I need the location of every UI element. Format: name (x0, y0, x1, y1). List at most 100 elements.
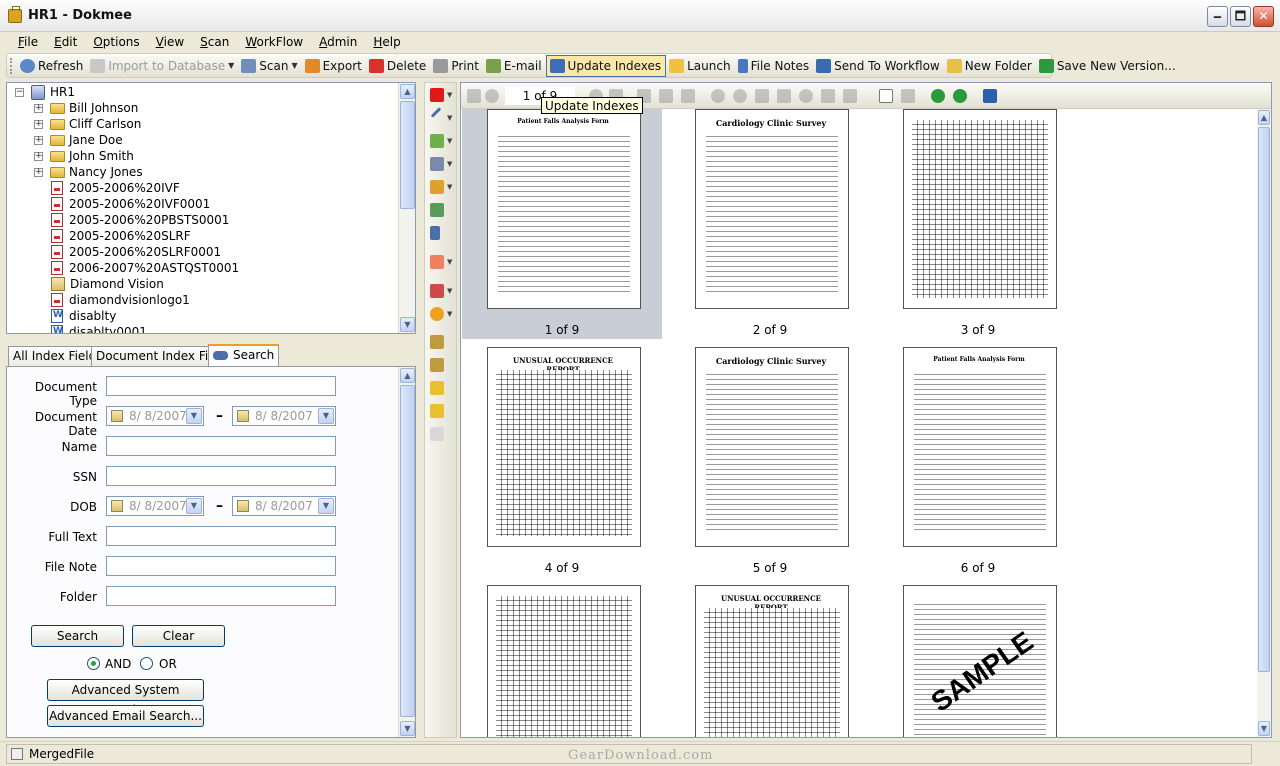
scroll-thumb[interactable] (400, 101, 415, 209)
thumbnail-page[interactable]: Cardiology Clinic Survey 5 of 9 (670, 347, 870, 577)
collapse-icon[interactable]: − (15, 87, 24, 97)
expand-icon[interactable]: + (34, 119, 43, 129)
rotate-left-icon[interactable] (931, 89, 945, 103)
checkbox-icon[interactable] (111, 500, 123, 512)
refresh-button[interactable]: Refresh (17, 55, 87, 76)
expand-icon[interactable]: + (34, 167, 43, 177)
tree-item[interactable]: 2005-2006%20PBSTS0001 (51, 212, 229, 228)
dob-from[interactable]: 8/ 8/2007 ▼ (106, 496, 204, 516)
text-icon[interactable] (430, 157, 444, 171)
name-input[interactable] (106, 436, 336, 456)
pen-icon[interactable] (430, 107, 442, 118)
or-radio[interactable] (140, 657, 153, 670)
thumbnail-page[interactable]: SAMPLE (878, 585, 1078, 737)
scroll-down-icon[interactable]: ▼ (400, 317, 415, 332)
scroll-down-icon[interactable]: ▼ (1258, 721, 1270, 736)
tree-root[interactable]: − HR1 (15, 84, 75, 100)
scan-button[interactable]: Scan ▼ (238, 55, 301, 76)
tree-item[interactable]: diamondvisionlogo1 (51, 292, 190, 308)
thumbnail-page[interactable]: UNUSUAL OCCURRENCE REPORT 4 of 9 (462, 347, 662, 577)
viewer-scrollbar[interactable]: ▲ ▼ (1257, 109, 1271, 737)
thumbnail-page[interactable]: Patient Falls Analysis Form 1 of 9 (462, 109, 662, 339)
menu-edit[interactable]: Edit (46, 35, 85, 49)
fit-width-icon[interactable] (659, 89, 673, 103)
chevron-down-icon[interactable]: ▼ (447, 114, 452, 122)
menu-view[interactable]: View (148, 35, 192, 49)
file-note-input[interactable] (106, 556, 336, 576)
tab-search[interactable]: Search (208, 344, 280, 367)
ssn-input[interactable] (106, 466, 336, 486)
new-page-icon[interactable] (879, 89, 893, 103)
checkbox-icon[interactable] (237, 410, 249, 422)
maximize-button[interactable]: 🗖 (1230, 6, 1251, 27)
chevron-down-icon[interactable]: ▼ (447, 183, 452, 191)
launch-button[interactable]: Launch (666, 55, 734, 76)
scroll-thumb[interactable] (1258, 127, 1270, 672)
file-notes-button[interactable]: File Notes (735, 55, 814, 76)
toolbar-grip[interactable] (10, 58, 13, 74)
update-indexes-button[interactable]: Update Indexes (545, 54, 667, 77)
tree-item[interactable]: 2005-2006%20SLRF (51, 228, 191, 244)
tree-item[interactable]: disablty (51, 308, 116, 324)
tree-item[interactable]: 2005-2006%20IVF0001 (51, 196, 210, 212)
clear-button[interactable]: Clear (132, 625, 225, 647)
expand-icon[interactable]: + (34, 135, 43, 145)
advanced-system-search-button[interactable]: Advanced System Search... (47, 679, 204, 717)
chevron-down-icon[interactable]: ▼ (186, 498, 202, 514)
chevron-down-icon[interactable]: ▼ (447, 258, 452, 266)
thumbnail-page[interactable]: 3 of 9 (878, 109, 1078, 339)
copy-page-icon[interactable] (901, 89, 915, 103)
shapes-icon[interactable] (430, 284, 444, 298)
menu-scan[interactable]: Scan (192, 35, 237, 49)
tree-item[interactable]: + John Smith (34, 148, 134, 164)
box-open-icon[interactable] (430, 358, 444, 372)
tree-item[interactable]: + Jane Doe (34, 132, 123, 148)
document-date-from[interactable]: 8/ 8/2007 ▼ (106, 406, 204, 426)
menu-workflow[interactable]: WorkFlow (237, 35, 311, 49)
zoom-out-icon[interactable] (733, 89, 747, 103)
tree-item[interactable]: disablty0001 (51, 324, 147, 333)
zoom-rect-icon[interactable] (755, 89, 769, 103)
page-view-icon[interactable] (777, 89, 791, 103)
chevron-down-icon[interactable]: ▼ (186, 408, 202, 424)
scroll-up-icon[interactable]: ▲ (400, 84, 415, 99)
tree-item[interactable]: + Bill Johnson (34, 100, 138, 116)
chevron-down-icon[interactable]: ▼ (447, 160, 452, 168)
chevron-down-icon[interactable]: ▼ (447, 91, 452, 99)
actual-size-icon[interactable] (681, 89, 695, 103)
pointer-icon[interactable] (843, 89, 857, 103)
checkbox-icon[interactable] (237, 500, 249, 512)
expand-icon[interactable]: + (34, 151, 43, 161)
zoom-in-icon[interactable] (711, 89, 725, 103)
close-button[interactable]: ✕ (1253, 6, 1274, 27)
send-to-workflow-button[interactable]: Send To Workflow (813, 55, 944, 76)
and-radio[interactable] (87, 657, 100, 670)
expand-icon[interactable]: + (34, 103, 43, 113)
full-text-input[interactable] (106, 526, 336, 546)
thumbnail-page[interactable]: Cardiology Clinic Survey 2 of 9 (670, 109, 870, 339)
hand-pan-icon[interactable] (821, 89, 835, 103)
document-date-to[interactable]: 8/ 8/2007 ▼ (232, 406, 336, 426)
menu-options[interactable]: Options (85, 35, 147, 49)
thumbnail-page[interactable]: UNUSUAL OCCURRENCE REPORT (670, 585, 870, 737)
tree-item[interactable]: 2006-2007%20ASTQST0001 (51, 260, 239, 276)
select-arrow-icon[interactable] (430, 226, 440, 240)
export-button[interactable]: Export (302, 55, 366, 76)
tree-scrollbar[interactable]: ▲ ▼ (398, 83, 415, 333)
tree-item[interactable]: + Nancy Jones (34, 164, 143, 180)
tree-item[interactable]: 2005-2006%20SLRF0001 (51, 244, 221, 260)
checkbox-icon[interactable] (111, 410, 123, 422)
magnifier-icon[interactable] (799, 89, 813, 103)
chevron-down-icon[interactable]: ▼ (447, 310, 452, 318)
document-type-input[interactable] (106, 376, 336, 396)
image-icon[interactable] (430, 203, 444, 217)
menu-admin[interactable]: Admin (311, 35, 365, 49)
email-button[interactable]: E-mail (483, 55, 546, 76)
previous-page-icon[interactable] (485, 89, 499, 103)
rectangle-icon[interactable] (430, 255, 444, 269)
box-icon[interactable] (430, 335, 444, 349)
tree-item[interactable]: Diamond Vision (51, 276, 164, 292)
chevron-down-icon[interactable]: ▼ (318, 498, 334, 514)
page-icon[interactable] (430, 427, 444, 441)
search-button[interactable]: Search (31, 625, 124, 647)
